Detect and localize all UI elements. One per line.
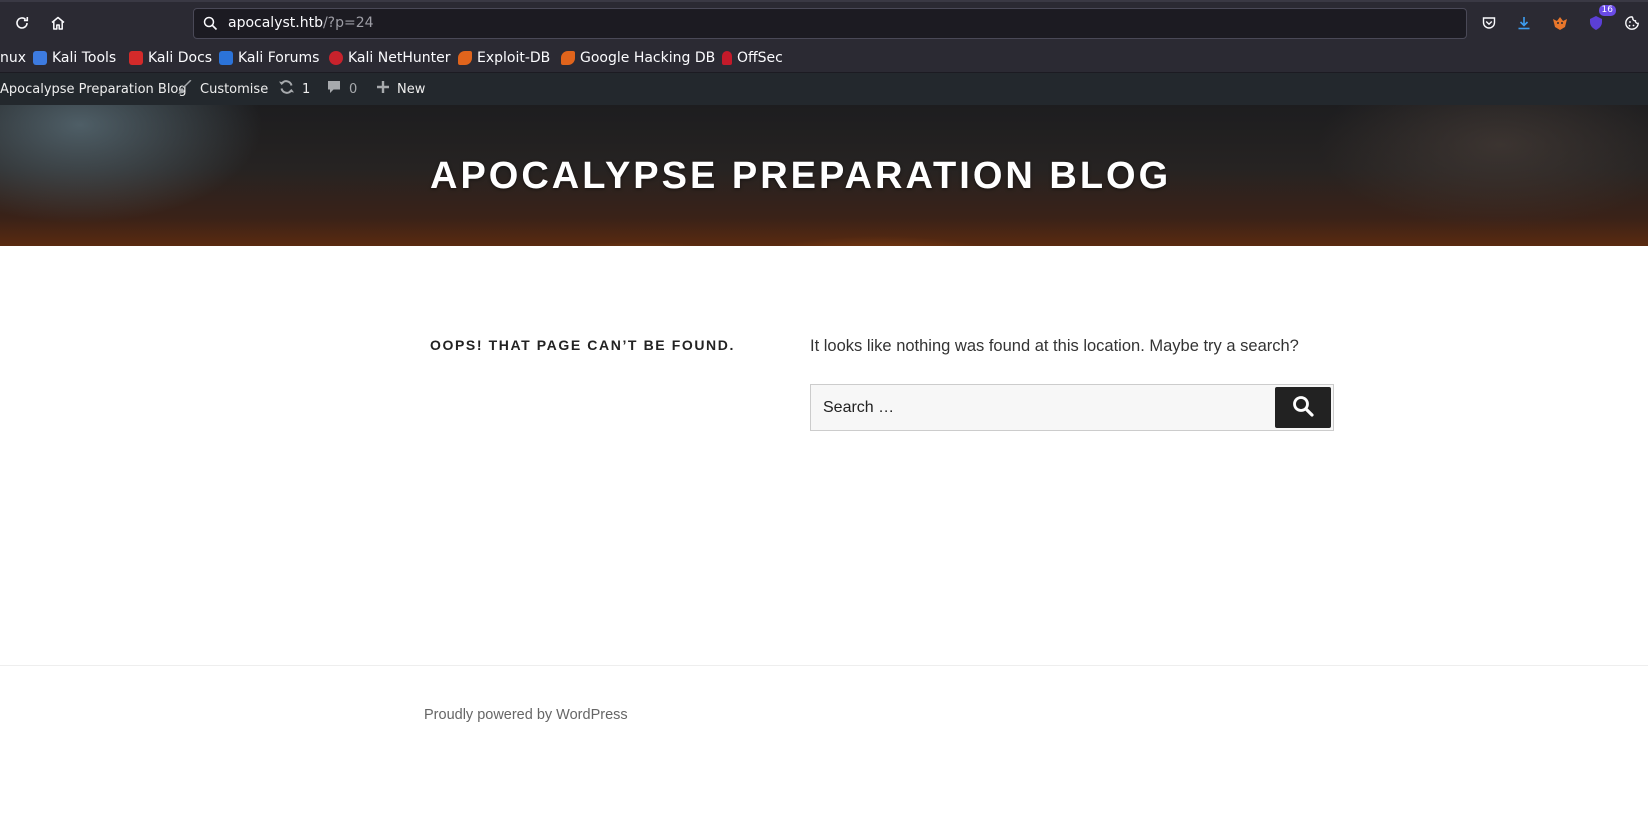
not-found-message: It looks like nothing was found at this … bbox=[810, 337, 1299, 355]
updates-icon bbox=[278, 79, 295, 99]
footer-divider bbox=[0, 665, 1648, 666]
url-text: apocalyst.htb/?p=24 bbox=[228, 15, 374, 31]
search-icon bbox=[1291, 394, 1315, 421]
adminbar-updates[interactable]: 1 bbox=[278, 79, 311, 99]
adminbar-site-name[interactable]: Apocalypse Preparation Blog bbox=[0, 81, 187, 97]
updates-count: 1 bbox=[302, 81, 311, 97]
extension-shield-icon[interactable]: 16 bbox=[1583, 5, 1616, 36]
wp-admin-bar: Apocalypse Preparation Blog Customise 1 … bbox=[0, 73, 1648, 105]
kali-forums-icon bbox=[219, 51, 233, 65]
search-icon bbox=[203, 16, 218, 35]
kali-docs-icon bbox=[129, 51, 143, 65]
bookmarks-toolbar: nux Kali Tools Kali Docs Kali Forums Kal… bbox=[0, 43, 1648, 73]
adminbar-customise-label: Customise bbox=[200, 81, 269, 97]
bookmark-kali-tools[interactable]: Kali Tools bbox=[33, 49, 116, 67]
bookmark-label: Kali Tools bbox=[52, 50, 117, 66]
plus-icon bbox=[376, 80, 390, 98]
adminbar-comments[interactable]: 0 bbox=[326, 81, 357, 97]
bookmark-kali-docs[interactable]: Kali Docs bbox=[129, 49, 212, 67]
bookmark-kali-nethunter[interactable]: Kali NetHunter bbox=[329, 49, 450, 67]
url-path: /?p=24 bbox=[322, 15, 374, 31]
bookmark-label: Google Hacking DB bbox=[580, 50, 716, 66]
kali-tools-icon bbox=[33, 51, 47, 65]
adminbar-new[interactable]: New bbox=[376, 81, 425, 97]
exploit-db-icon bbox=[458, 51, 472, 65]
footer-credit-link[interactable]: Proudly powered by WordPress bbox=[424, 707, 628, 723]
adminbar-new-label: New bbox=[397, 81, 426, 97]
cookie-icon[interactable] bbox=[1619, 10, 1645, 36]
home-icon[interactable] bbox=[45, 10, 71, 36]
bookmark-label: Kali Forums bbox=[238, 50, 320, 66]
kali-nethunter-icon bbox=[329, 51, 343, 65]
reload-icon[interactable] bbox=[9, 10, 35, 36]
downloads-icon[interactable] bbox=[1511, 10, 1537, 36]
bookmark-label: Kali NetHunter bbox=[348, 50, 451, 66]
adminbar-site-label: Apocalypse Preparation Blog bbox=[0, 81, 187, 97]
search-input[interactable] bbox=[810, 384, 1334, 431]
bookmark-label: Kali Docs bbox=[148, 50, 213, 66]
url-host: apocalyst.htb bbox=[228, 15, 323, 31]
search-form bbox=[810, 384, 1334, 431]
pocket-icon[interactable] bbox=[1476, 10, 1502, 36]
extension-badge: 16 bbox=[1598, 5, 1616, 16]
site-header: APOCALYPSE PREPARATION BLOG bbox=[0, 105, 1648, 246]
brush-icon bbox=[177, 79, 193, 99]
comment-icon bbox=[326, 79, 342, 99]
ghdb-icon bbox=[561, 51, 575, 65]
bookmark-exploit-db[interactable]: Exploit-DB bbox=[458, 49, 550, 67]
search-button[interactable] bbox=[1275, 387, 1331, 428]
bookmark-google-hacking-db[interactable]: Google Hacking DB bbox=[561, 49, 715, 67]
offsec-icon bbox=[722, 51, 732, 65]
bookmark-label: Exploit-DB bbox=[477, 50, 551, 66]
bookmark-linux[interactable]: nux bbox=[0, 49, 26, 67]
bookmark-label: OffSec bbox=[737, 50, 783, 66]
bookmark-offsec[interactable]: OffSec bbox=[722, 49, 783, 67]
site-title[interactable]: APOCALYPSE PREPARATION BLOG bbox=[430, 155, 1171, 198]
page-title: OOPS! THAT PAGE CAN’T BE FOUND. bbox=[430, 337, 735, 353]
adminbar-customise[interactable]: Customise bbox=[177, 79, 269, 99]
bookmark-kali-forums[interactable]: Kali Forums bbox=[219, 49, 319, 67]
browser-toolbar: apocalyst.htb/?p=24 16 bbox=[0, 0, 1648, 43]
comments-count: 0 bbox=[349, 81, 358, 97]
extension-fox-icon[interactable] bbox=[1547, 10, 1573, 36]
url-bar[interactable]: apocalyst.htb/?p=24 bbox=[193, 8, 1467, 39]
bookmark-label: nux bbox=[0, 50, 27, 66]
